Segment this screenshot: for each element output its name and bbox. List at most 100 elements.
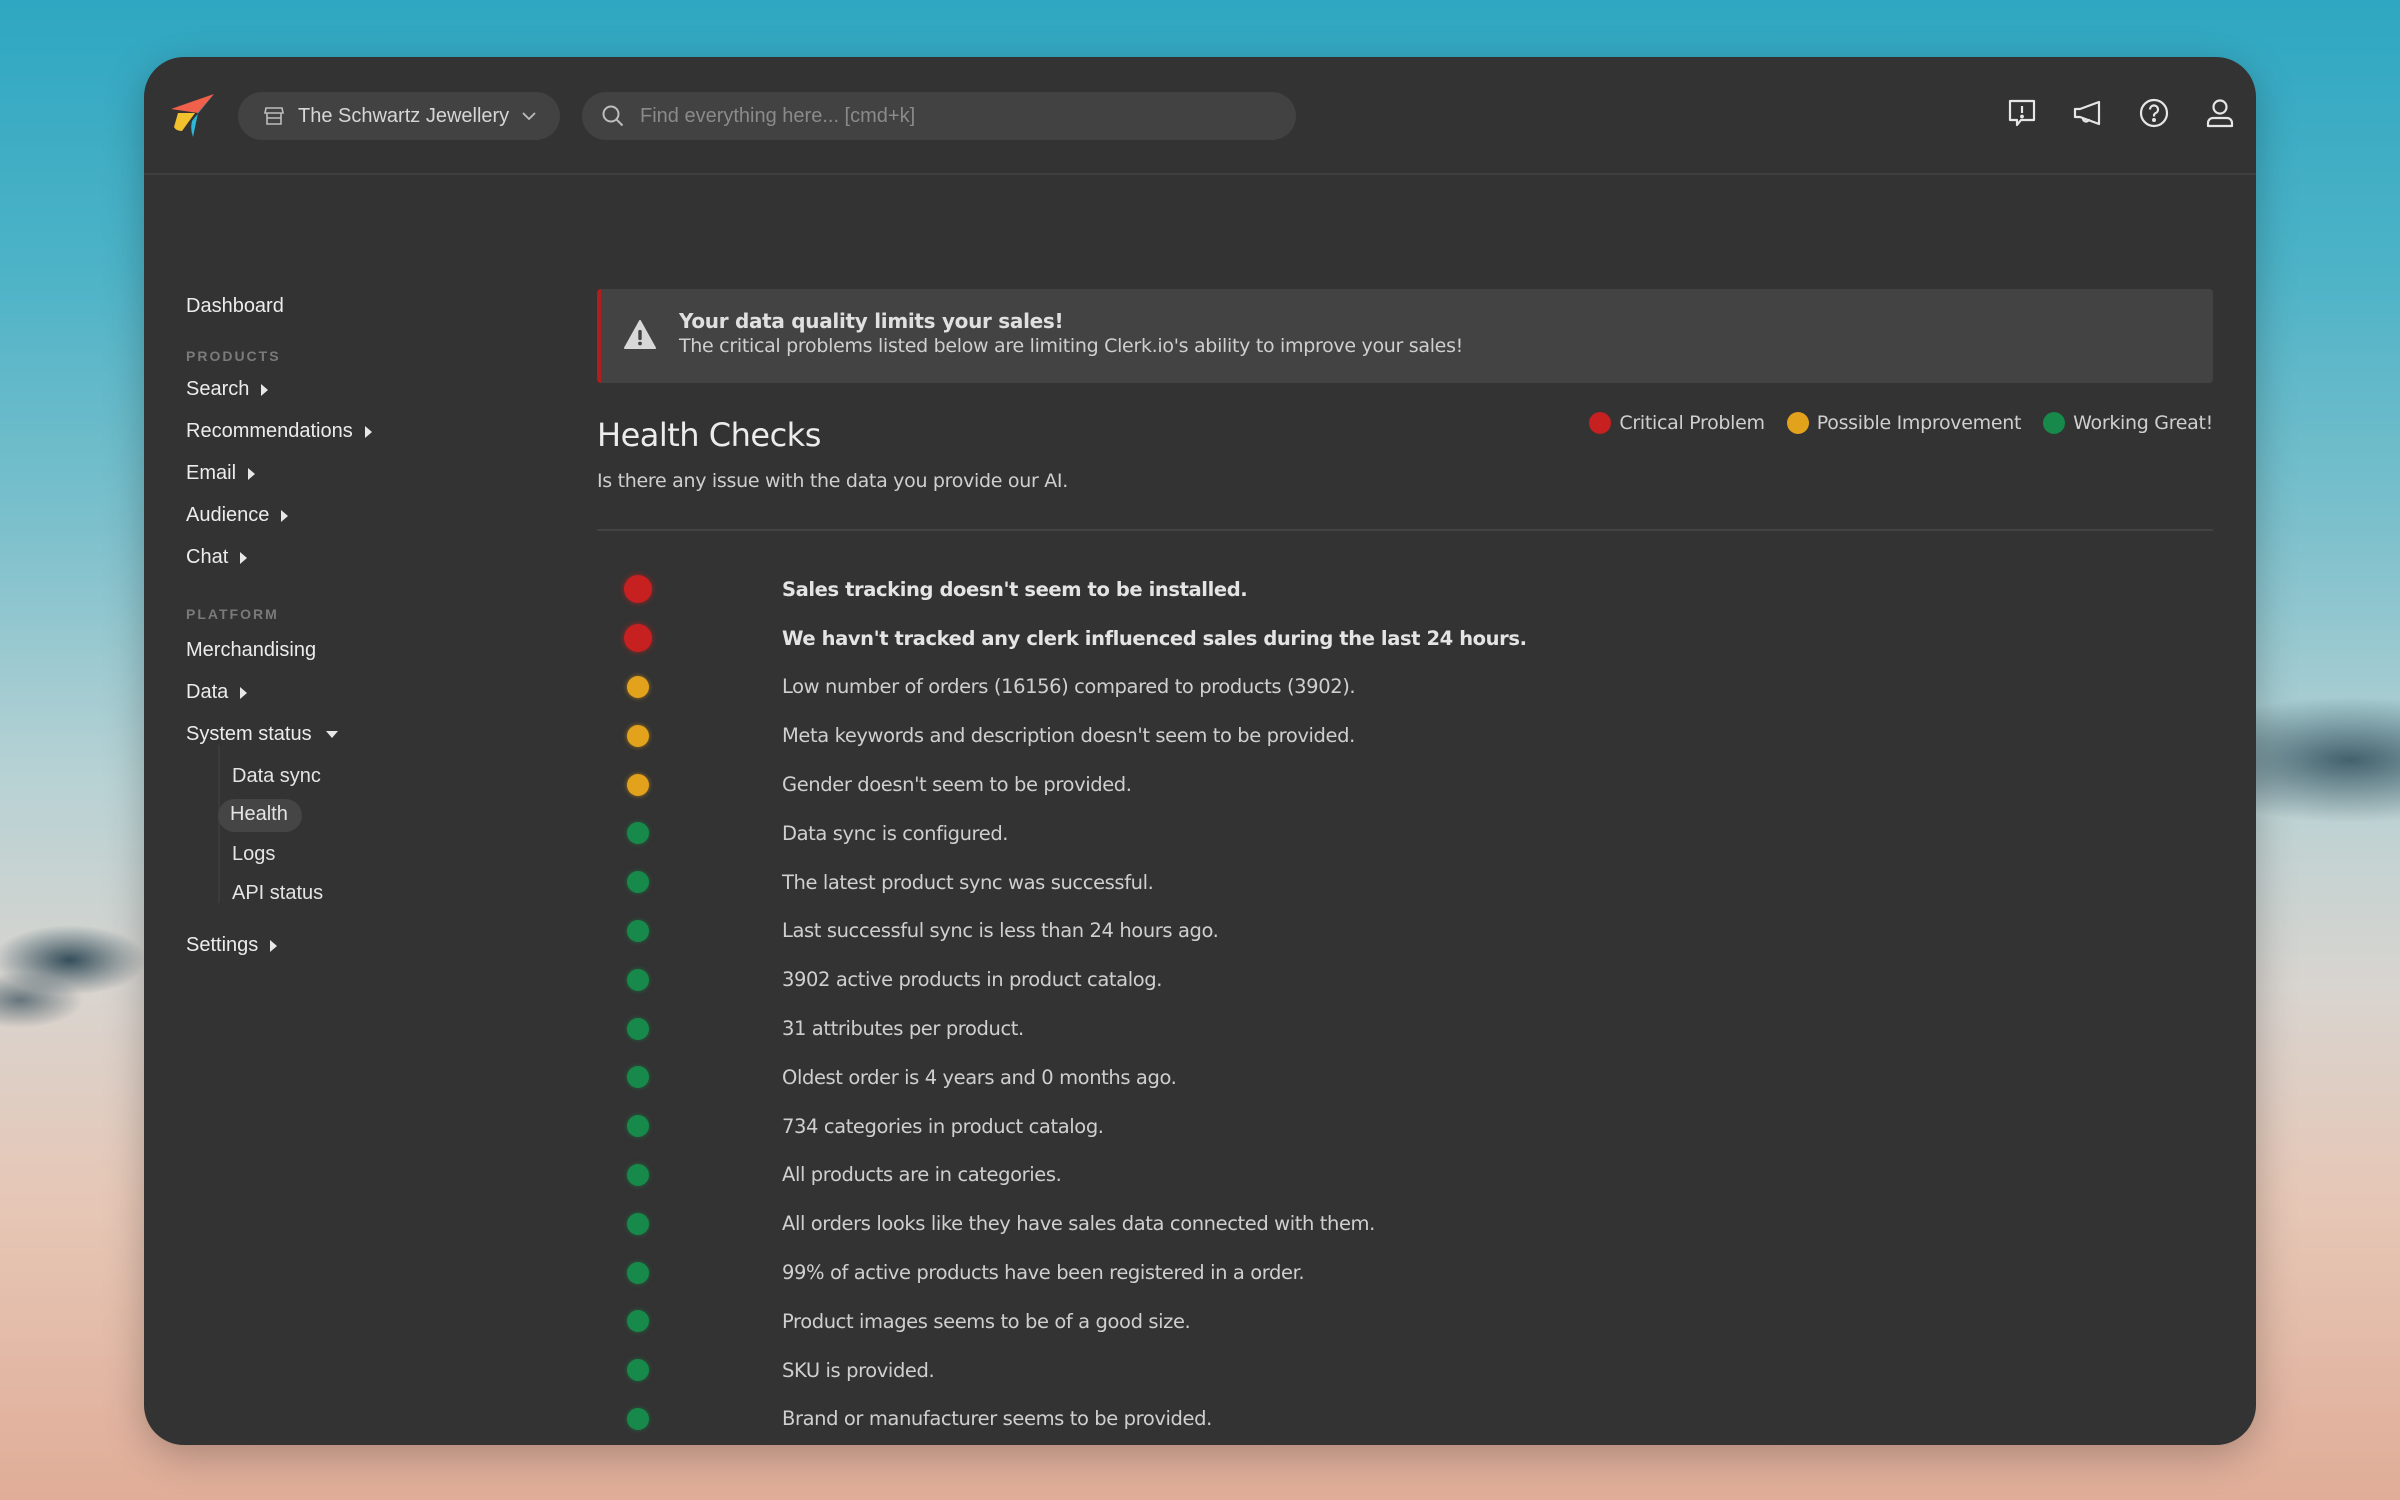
health-check-text: Low number of orders (16156) compared to… bbox=[782, 675, 1356, 699]
sidebar-subitem-logs[interactable]: Logs bbox=[232, 843, 275, 866]
great-status-dot-icon bbox=[627, 822, 649, 845]
health-check-row: All products are in categories. bbox=[597, 1151, 2213, 1200]
great-status-dot-icon bbox=[627, 1115, 649, 1138]
great-status-dot-icon bbox=[627, 1017, 649, 1040]
health-check-row: Product images seems to be of a good siz… bbox=[597, 1297, 2213, 1346]
store-icon bbox=[264, 107, 284, 125]
legend-great: Working Great! bbox=[2043, 412, 2213, 434]
sidebar-item-settings[interactable]: Settings bbox=[186, 934, 278, 957]
search-input[interactable] bbox=[640, 104, 1296, 128]
sidebar-item-search[interactable]: Search bbox=[186, 378, 269, 401]
health-check-text: 734 categories in product catalog. bbox=[782, 1114, 1104, 1138]
possible-dot-icon bbox=[1786, 412, 1809, 434]
health-check-row: Data sync is configured. bbox=[597, 809, 2213, 858]
health-check-row: The latest product sync was successful. bbox=[597, 858, 2213, 907]
health-check-text: Oldest order is 4 years and 0 months ago… bbox=[782, 1065, 1177, 1089]
health-check-text: We havn't tracked any clerk influenced s… bbox=[782, 626, 1527, 650]
great-dot-icon bbox=[2043, 412, 2066, 434]
health-check-row: Sales tracking doesn't seem to be instal… bbox=[597, 565, 2213, 614]
health-check-text: The latest product sync was successful. bbox=[782, 870, 1154, 894]
top-bar: The Schwartz Jewellery bbox=[144, 57, 2256, 175]
sidebar-item-recommendations[interactable]: Recommendations bbox=[186, 420, 372, 443]
possible-status-dot-icon bbox=[627, 675, 649, 698]
health-check-row: Low number of orders (16156) compared to… bbox=[597, 663, 2213, 712]
sidebar-item-label: Data bbox=[186, 681, 229, 703]
great-status-dot-icon bbox=[627, 1163, 649, 1186]
sidebar-item-merchandising[interactable]: Merchandising bbox=[186, 639, 316, 662]
great-status-dot-icon bbox=[627, 919, 649, 942]
caret-right-icon bbox=[240, 686, 248, 699]
caret-down-icon bbox=[325, 731, 338, 738]
warning-icon bbox=[624, 320, 656, 349]
health-check-row: All orders looks like they have sales da… bbox=[597, 1199, 2213, 1248]
great-status-dot-icon bbox=[627, 1066, 649, 1089]
legend-possible: Possible Improvement bbox=[1786, 412, 2022, 434]
sidebar-subitem-api-status[interactable]: API status bbox=[232, 882, 323, 905]
critical-dot-icon bbox=[1589, 412, 1612, 434]
legend-critical: Critical Problem bbox=[1589, 412, 1765, 434]
sidebar-item-label: Settings bbox=[186, 934, 259, 956]
alert-title: Your data quality limits your sales! bbox=[679, 309, 1064, 333]
health-check-row: 3902 active products in product catalog. bbox=[597, 955, 2213, 1004]
clerk-rocket-logo[interactable] bbox=[168, 91, 218, 141]
sidebar-subitem-data-sync[interactable]: Data sync bbox=[232, 765, 321, 788]
store-name: The Schwartz Jewellery bbox=[298, 104, 510, 127]
great-status-dot-icon bbox=[627, 1261, 649, 1284]
sidebar-item-label: Search bbox=[186, 378, 250, 400]
possible-status-dot-icon bbox=[627, 724, 649, 747]
sidebar-item-dashboard[interactable]: Dashboard bbox=[186, 295, 284, 318]
caret-right-icon bbox=[240, 551, 248, 564]
sidebar-item-label: System status bbox=[186, 723, 312, 745]
sidebar-item-label: Recommendations bbox=[186, 420, 353, 442]
sidebar-item-chat[interactable]: Chat bbox=[186, 546, 248, 569]
global-search bbox=[582, 92, 1296, 140]
sidebar-item-system-status[interactable]: System status bbox=[186, 723, 338, 746]
health-check-row: Meta keywords and description doesn't se… bbox=[597, 711, 2213, 760]
great-status-dot-icon bbox=[627, 1310, 649, 1333]
health-check-text: 31 attributes per product. bbox=[782, 1017, 1024, 1041]
great-status-dot-icon bbox=[627, 968, 649, 991]
sidebar-item-label: Chat bbox=[186, 546, 229, 568]
sidebar-item-label: Merchandising bbox=[186, 639, 317, 661]
possible-status-dot-icon bbox=[627, 773, 649, 796]
health-check-text: All orders looks like they have sales da… bbox=[782, 1212, 1375, 1236]
legend-label: Critical Problem bbox=[1619, 412, 1765, 434]
health-check-text: Data sync is configured. bbox=[782, 821, 1009, 845]
sidebar-subitem-health[interactable]: Health bbox=[218, 799, 302, 832]
user-icon[interactable] bbox=[2202, 95, 2238, 131]
caret-right-icon bbox=[270, 939, 278, 952]
sidebar-item-data[interactable]: Data bbox=[186, 681, 248, 704]
caret-right-icon bbox=[248, 467, 256, 480]
help-icon[interactable] bbox=[2136, 95, 2172, 131]
caret-right-icon bbox=[281, 509, 289, 522]
health-check-row: We havn't tracked any clerk influenced s… bbox=[597, 614, 2213, 663]
data-quality-alert: Your data quality limits your sales! The… bbox=[597, 289, 2213, 383]
health-check-text: Last successful sync is less than 24 hou… bbox=[782, 919, 1219, 943]
sidebar-item-label: Audience bbox=[186, 504, 270, 526]
health-check-row: 99% of active products have been registe… bbox=[597, 1248, 2213, 1297]
great-status-dot-icon bbox=[627, 1359, 649, 1382]
health-check-row: Oldest order is 4 years and 0 months ago… bbox=[597, 1053, 2213, 1102]
health-check-text: Gender doesn't seem to be provided. bbox=[782, 773, 1132, 797]
caret-right-icon bbox=[364, 425, 372, 438]
great-status-dot-icon bbox=[627, 871, 649, 894]
health-check-row: Last successful sync is less than 24 hou… bbox=[597, 907, 2213, 956]
health-check-list: Sales tracking doesn't seem to be instal… bbox=[597, 565, 2213, 1443]
great-status-dot-icon bbox=[627, 1407, 649, 1430]
health-check-text: All products are in categories. bbox=[782, 1163, 1062, 1187]
health-check-row: 734 categories in product catalog. bbox=[597, 1102, 2213, 1151]
legend-label: Possible Improvement bbox=[1816, 412, 2022, 434]
health-check-text: Product images seems to be of a good siz… bbox=[782, 1309, 1191, 1333]
sidebar-item-label: Dashboard bbox=[186, 295, 284, 317]
sidebar-item-audience[interactable]: Audience bbox=[186, 504, 289, 527]
feedback-icon[interactable] bbox=[2004, 95, 2040, 131]
store-selector[interactable]: The Schwartz Jewellery bbox=[238, 92, 560, 140]
health-check-text: Brand or manufacturer seems to be provid… bbox=[782, 1407, 1212, 1431]
health-check-row: Brand or manufacturer seems to be provid… bbox=[597, 1395, 2213, 1444]
critical-status-dot-icon bbox=[624, 575, 652, 604]
health-check-text: 3902 active products in product catalog. bbox=[782, 968, 1163, 992]
health-check-text: Sales tracking doesn't seem to be instal… bbox=[782, 577, 1248, 601]
top-icons bbox=[1974, 95, 2238, 131]
sidebar-item-email[interactable]: Email bbox=[186, 462, 256, 485]
megaphone-icon[interactable] bbox=[2070, 95, 2106, 131]
